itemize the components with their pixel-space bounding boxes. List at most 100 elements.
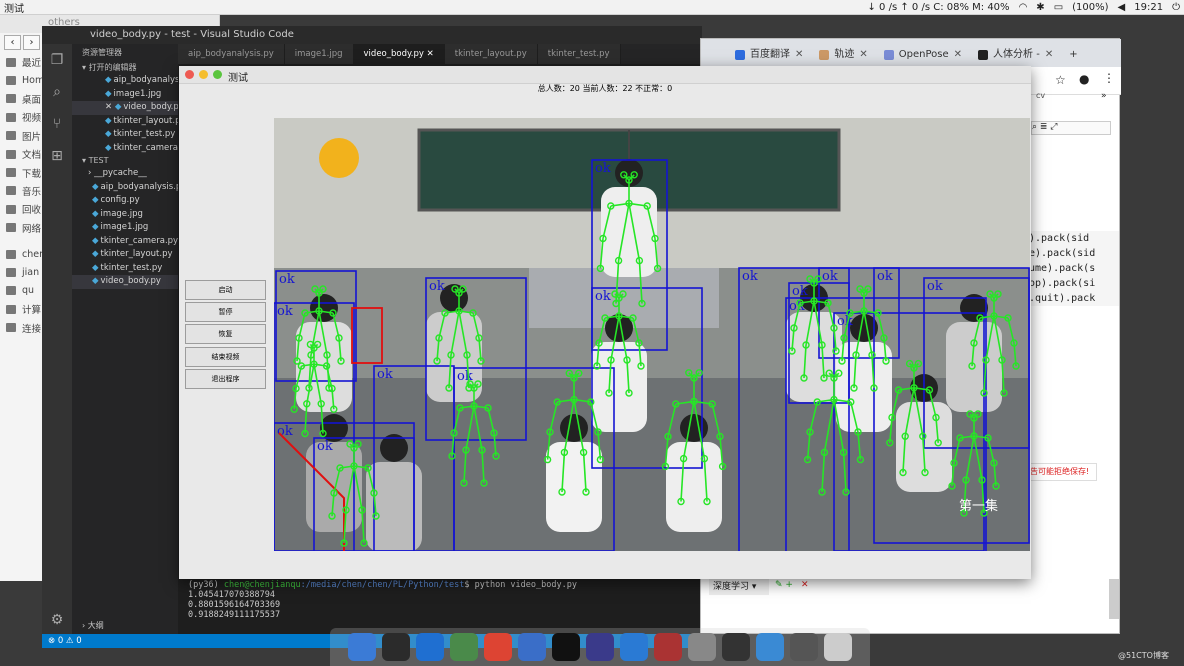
account-icon[interactable]: ● [1079,72,1089,86]
new-tab-button[interactable]: + [1061,43,1085,67]
forward-button[interactable]: › [23,35,40,50]
file-icon: ◆ [92,208,99,219]
editor-tab[interactable]: aip_bodyanalysis.py [178,44,285,64]
wifi-icon[interactable]: ◠ [1019,2,1028,13]
source-control-icon[interactable]: ⑂ [42,108,72,140]
sidebar-title: 资源管理器 [82,48,122,57]
project-file-item[interactable]: ◆ tkinter_camera.py [72,235,178,249]
detection-label: ok [742,269,758,284]
window-icon[interactable] [756,633,784,661]
wps-icon[interactable] [416,633,444,661]
gear-icon[interactable]: ⚙ [42,604,72,636]
nqq-icon[interactable] [450,633,478,661]
favicon-icon [735,50,745,60]
editor-tab[interactable]: tkinter_test.py [537,44,621,64]
volume-icon[interactable]: ◀ [1118,2,1126,13]
minimize-button[interactable] [199,70,208,79]
resume-button[interactable]: 恢复 [185,324,266,345]
open-editor-item[interactable]: ◆tkinter_camera.py [72,142,178,156]
vscode-icon[interactable] [620,633,648,661]
dock [330,628,870,666]
photo-icon[interactable] [654,633,682,661]
project-file-item[interactable]: › __pycache__ [72,167,178,181]
power-icon[interactable]: ⏻ [1172,2,1180,13]
explorer-icon[interactable]: ❐ [42,44,72,76]
project-file-item[interactable]: ◆ tkinter_layout.py [72,248,178,262]
open-editor-item[interactable]: ◆ tkinter_test.py [72,128,178,142]
project-header[interactable]: ▾ TEST [72,155,178,167]
search-toolbar[interactable]: ⌕ ≣ ⤢ [1031,121,1111,135]
project-file-item[interactable]: ◆ config.py [72,194,178,208]
search-icon: ⌕ [1032,122,1038,132]
maximize-button[interactable] [213,70,222,79]
open-editor-item[interactable]: ✕ ◆ video_body.py [72,101,178,115]
terminal-panel[interactable]: (py36) chen@chenjianqu:/media/chen/chen/… [178,574,702,634]
bookmark-item[interactable]: cv [1031,91,1121,105]
close-button[interactable] [185,70,194,79]
category-dropdown[interactable]: 深度学习 ▾ [709,579,769,595]
qq-icon[interactable] [552,633,580,661]
sidebar-item-label: 视频 [22,113,42,125]
download-icon [6,168,16,178]
editor-tab[interactable]: video_body.py ✕ [353,44,445,64]
open-editor-item[interactable]: ◆aip_bodyanalysis... [72,74,178,88]
tools-icon[interactable] [790,633,818,661]
terminal-line: 0.9188249111175537 [188,610,281,620]
delete-icon[interactable]: ✕ [801,580,809,590]
scrollbar[interactable] [1109,579,1119,619]
extensions-icon[interactable]: ⊞ [42,140,72,172]
finder-icon[interactable] [348,633,376,661]
open-editors-header[interactable]: ▾ 打开的编辑器 [72,62,178,74]
more-bookmarks-icon[interactable]: » [1101,91,1107,101]
star-icon[interactable]: ☆ [1055,73,1066,87]
file-icon: ◆ [92,249,99,259]
project-file-item[interactable]: ◆ image.jpg [72,208,178,222]
favicon-icon [978,50,989,60]
file-icon: ◆ [92,262,99,273]
editor-tab[interactable]: tkinter_layout.py [444,44,538,64]
editor-tab[interactable]: image1.jpg [284,44,354,64]
stop-video-button[interactable]: 结束视频 [185,346,266,367]
detection-label: ok [595,161,611,176]
start-button[interactable]: 启动 [185,280,266,300]
draw-icon[interactable] [688,633,716,661]
exit-button[interactable]: 退出程序 [185,368,266,389]
bluetooth-icon[interactable]: ✱ [1036,2,1044,13]
open-editor-item[interactable]: ◆tkinter_layout.py [72,115,178,129]
browser-tab[interactable]: 百度翻译 ✕ [727,43,811,67]
close-tab-icon: ✕ [953,49,963,60]
back-button[interactable]: ‹ [4,35,21,50]
close-tab-icon: ✕ [795,49,804,60]
search-icon[interactable]: ⌕ [42,76,72,108]
sidebar-item-label: Hom [22,75,45,87]
code-snippet-panel: ⌕ ≣ ⤢ ).pack(sid e).pack(sid ume).pack(s op… [1027,107,1119,447]
open-editor-item[interactable]: ◆ image1.jpg [72,88,178,102]
file-icon: ◆ [114,102,122,112]
browser-tab[interactable]: 人体分析 - ✕ [970,43,1061,67]
pause-button[interactable]: 暂停 [185,302,266,323]
battery-icon[interactable]: ▭ [1054,2,1063,13]
file-icon: ◆ [105,115,112,126]
browser-tab[interactable]: OpenPose ✕ [876,43,970,67]
drive-icon [6,249,16,259]
utf-editor-icon[interactable] [586,633,614,661]
project-file-item[interactable]: ◆ video_body.py [72,275,178,289]
settings-icon[interactable] [518,633,546,661]
project-file-item[interactable]: ◆ aip_bodyanalysis.py [72,181,178,195]
close-tab-icon: ✕ [859,49,868,60]
drive-icon [6,286,16,296]
project-file-item[interactable]: ◆ tkinter_test.py [72,262,178,276]
browser-tab[interactable]: 轨迹 ✕ [811,43,875,67]
outline-header[interactable]: › 大纲 [72,620,178,634]
clock[interactable]: 19:21 [1134,2,1163,13]
menu-icon[interactable]: ⋮ [1103,71,1115,85]
top-menu-bar: 测试 ↓ 0 /s ↑ 0 /s C: 08% M: 40% ◠ ✱ ▭ (10… [0,0,1184,15]
terminal-icon[interactable] [382,633,410,661]
sidebar-item-label: 文档 [22,150,42,162]
lock-icon[interactable] [722,633,750,661]
project-file-item[interactable]: ◆ image1.jpg [72,221,178,235]
chrome-icon[interactable] [484,633,512,661]
detection-label: ok [792,284,808,299]
apps-icon[interactable] [824,633,852,661]
add-icon[interactable]: ✎ + [775,580,793,590]
